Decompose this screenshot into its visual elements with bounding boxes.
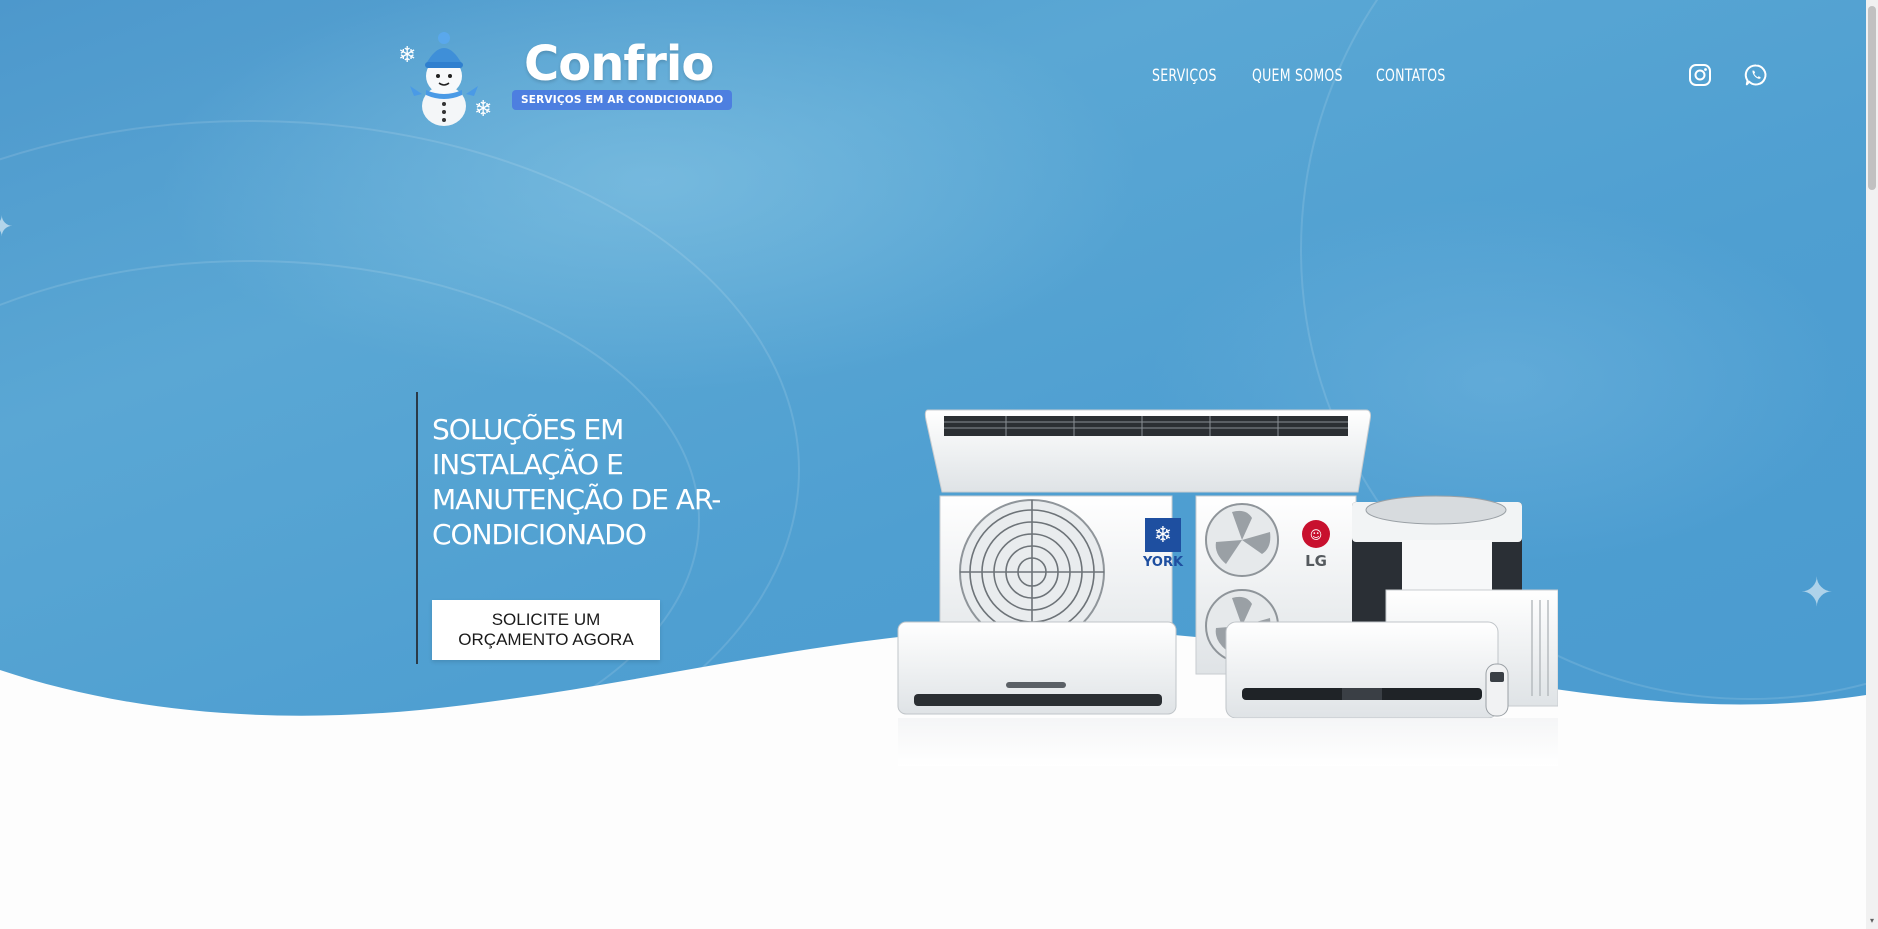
whatsapp-link[interactable] bbox=[1741, 60, 1771, 90]
brand-logo[interactable]: ❄ ❄ Confrio SERVIÇOS EM AR CONDICIONADO bbox=[396, 28, 733, 128]
air-conditioner-products-image: ❄ YORK ☺ LG bbox=[897, 409, 1558, 766]
york-label: YORK bbox=[1142, 555, 1184, 570]
scroll-down-arrow-icon[interactable]: ▾ bbox=[1868, 917, 1876, 925]
instagram-link[interactable] bbox=[1685, 60, 1715, 90]
hero-section: ✦ ✦ ❄ ❄ Confrio SERVIÇOS EM AR CONDICION… bbox=[0, 0, 1866, 929]
hero-title: SOLUÇÕES EM INSTALAÇÃO E MANUTENÇÃO DE A… bbox=[432, 413, 721, 551]
instagram-icon bbox=[1689, 64, 1711, 86]
brand-tagline: SERVIÇOS EM AR CONDICIONADO bbox=[512, 90, 733, 110]
snowman-icon: ❄ ❄ bbox=[398, 32, 492, 126]
scrollbar-thumb[interactable] bbox=[1868, 6, 1876, 190]
request-quote-button[interactable]: SOLICITE UM ORÇAMENTO AGORA bbox=[432, 600, 660, 660]
nav-link-quem-somos[interactable]: QUEM SOMOS bbox=[1252, 66, 1342, 86]
svg-text:☺: ☺ bbox=[1310, 528, 1323, 542]
svg-text:❄: ❄ bbox=[474, 97, 492, 122]
lg-label: LG bbox=[1305, 552, 1327, 570]
page: ✦ ✦ ❄ ❄ Confrio SERVIÇOS EM AR CONDICION… bbox=[0, 0, 1878, 929]
sparkle-icon: ✦ bbox=[0, 210, 14, 243]
main-nav: SERVIÇOS QUEM SOMOS CONTATOS bbox=[1152, 66, 1451, 86]
nav-link-servicos[interactable]: SERVIÇOS bbox=[1152, 66, 1216, 86]
svg-text:❄: ❄ bbox=[398, 43, 416, 68]
hero-text-block: SOLUÇÕES EM INSTALAÇÃO E MANUTENÇÃO DE A… bbox=[416, 392, 756, 664]
brand-name: Confrio bbox=[524, 36, 714, 92]
page-scrollbar[interactable]: ▾ bbox=[1866, 0, 1878, 929]
nav-link-contatos[interactable]: CONTATOS bbox=[1376, 66, 1445, 86]
svg-text:❄: ❄ bbox=[1154, 523, 1172, 548]
whatsapp-icon bbox=[1744, 64, 1767, 86]
